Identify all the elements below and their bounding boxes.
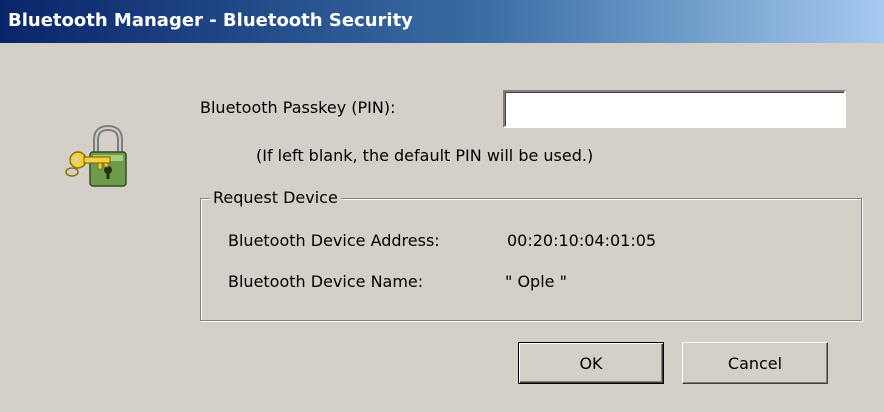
bluetooth-security-dialog: Bluetooth Manager - Bluetooth Security B… <box>0 0 884 412</box>
request-device-group <box>200 198 862 321</box>
device-name-value: " Ople " <box>505 272 567 291</box>
ok-button[interactable]: OK <box>518 342 664 384</box>
cancel-button[interactable]: Cancel <box>682 342 828 384</box>
passkey-hint: (If left blank, the default PIN will be … <box>256 146 594 165</box>
passkey-input[interactable] <box>503 90 846 128</box>
padlock-with-key-icon <box>64 124 136 192</box>
window-title: Bluetooth Manager - Bluetooth Security <box>8 10 413 31</box>
device-address-label: Bluetooth Device Address: <box>228 231 440 250</box>
passkey-label: Bluetooth Passkey (PIN): <box>200 98 396 117</box>
device-address-value: 00:20:10:04:01:05 <box>507 231 657 250</box>
request-device-legend: Request Device <box>210 188 341 207</box>
title-bar[interactable]: Bluetooth Manager - Bluetooth Security <box>0 0 884 43</box>
device-name-label: Bluetooth Device Name: <box>228 272 424 291</box>
